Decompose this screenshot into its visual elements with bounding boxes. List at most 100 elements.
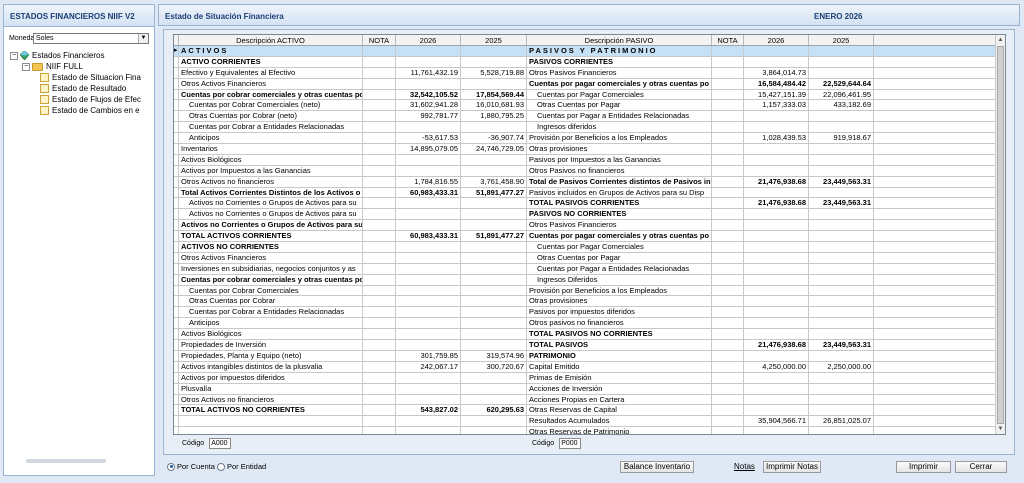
pasivo-2026-cell[interactable] (744, 252, 809, 263)
activo-2026-cell[interactable]: 60,983,433.31 (396, 231, 461, 242)
pasivo-description-cell[interactable]: TOTAL PASIVOS (527, 340, 712, 350)
pasivo-nota-cell[interactable] (712, 176, 744, 187)
horizontal-scrollbar[interactable] (26, 459, 106, 463)
pasivo-2025-cell[interactable] (809, 394, 874, 405)
balance-inventario-button[interactable]: Balance Inventario (620, 461, 694, 473)
activo-nota-cell[interactable] (363, 340, 396, 350)
table-row[interactable]: Plusvalía Acciones de Inversión (174, 383, 996, 395)
pasivo-description-cell[interactable]: Cuentas por Pagar a Entidades Relacionad… (527, 111, 712, 122)
activo-description-cell[interactable]: ACTIVOS NO CORRIENTES (179, 242, 363, 252)
pasivo-2025-cell[interactable] (809, 187, 874, 198)
table-row[interactable]: Otros Activos Financieros Cuentas por pag… (174, 78, 996, 90)
activo-2025-cell[interactable]: 51,891,477.27 (461, 231, 527, 242)
activo-2026-cell[interactable] (396, 252, 461, 263)
pasivo-2025-cell[interactable] (809, 231, 874, 242)
activo-nota-cell[interactable] (363, 242, 396, 252)
table-row[interactable]: ACTIVO CORRIENTES PASIVOS CORRIENTES (174, 56, 996, 68)
activo-2025-cell[interactable]: 1,880,795.25 (461, 111, 527, 122)
pasivo-description-cell[interactable]: Otros pasivos no financieros (527, 318, 712, 329)
pasivo-2026-cell[interactable]: 4,250,000.00 (744, 361, 809, 372)
activo-nota-cell[interactable] (363, 111, 396, 122)
activo-nota-cell[interactable] (363, 263, 396, 274)
pasivo-2025-cell[interactable] (809, 242, 874, 252)
activo-nota-cell[interactable] (363, 350, 396, 361)
pasivo-nota-cell[interactable] (712, 165, 744, 176)
activo-2026-cell[interactable] (396, 198, 461, 209)
table-row[interactable]: Otros Activos no financieros 1,784,816.55… (174, 176, 996, 188)
pasivo-2025-cell[interactable]: 23,449,563.31 (809, 340, 874, 350)
pasivo-2026-cell[interactable]: 1,157,333.03 (744, 100, 809, 111)
pasivo-description-cell[interactable]: Otras Cuentas por Pagar (527, 252, 712, 263)
pasivo-nota-cell[interactable] (712, 285, 744, 296)
pasivo-description-cell[interactable]: Total de Pasivos Corrientes distintos de… (527, 176, 712, 187)
scroll-down-icon[interactable]: ▼ (996, 424, 1005, 434)
activo-nota-cell[interactable] (363, 220, 396, 231)
pasivo-nota-cell[interactable] (712, 144, 744, 154)
activo-2025-cell[interactable]: 5,528,719.88 (461, 67, 527, 78)
activo-2025-cell[interactable] (461, 154, 527, 165)
pasivo-2025-cell[interactable]: 919,918.67 (809, 133, 874, 144)
pasivo-2025-cell[interactable] (809, 285, 874, 296)
activo-2026-cell[interactable]: 60,983,433.31 (396, 187, 461, 198)
col-header[interactable]: NOTA (712, 35, 744, 45)
pasivo-nota-cell[interactable] (712, 187, 744, 198)
pasivo-description-cell[interactable]: Provisión por Beneficios a los Empleados (527, 285, 712, 296)
activo-description-cell[interactable]: Total Activos Corrientes Distintos de lo… (179, 187, 363, 198)
spacer-cell[interactable] (874, 68, 996, 78)
activo-description-cell[interactable]: Cuentas por cobrar comerciales y otras c… (179, 274, 363, 285)
activo-nota-cell[interactable] (363, 274, 396, 285)
activo-2025-cell[interactable] (461, 372, 527, 383)
pasivo-description-cell[interactable]: Primas de Emisión (527, 372, 712, 383)
pasivo-2025-cell[interactable] (809, 154, 874, 165)
activo-description-cell[interactable]: Activos no Corrientes o Grupos de Activo… (179, 220, 363, 231)
radio-por-cuenta[interactable]: Por Cuenta (167, 462, 215, 471)
activo-2026-cell[interactable] (396, 329, 461, 340)
activo-2025-cell[interactable]: -36,907.74 (461, 133, 527, 144)
activo-nota-cell[interactable] (363, 296, 396, 307)
table-row[interactable]: Otras Reservas de Patrimonio (174, 427, 996, 434)
activo-description-cell[interactable]: Activos Biológicos (179, 154, 363, 165)
activo-2026-cell[interactable] (396, 165, 461, 176)
activo-description-cell[interactable]: Cuentas por cobrar comerciales y otras c… (179, 89, 363, 100)
spacer-cell[interactable] (874, 122, 996, 132)
activo-2026-cell[interactable] (396, 220, 461, 231)
table-row[interactable]: Activos no Corrientes o Grupos de Activo… (174, 209, 996, 221)
balance-grid[interactable]: Descripción ACTIVO NOTA 2026 2025 Descri… (173, 34, 1006, 435)
activo-nota-cell[interactable] (363, 144, 396, 154)
pasivo-nota-cell[interactable] (712, 122, 744, 133)
pasivo-2026-cell[interactable] (744, 394, 809, 405)
col-header[interactable]: 2025 (461, 35, 527, 45)
pasivo-description-cell[interactable]: Otras Reservas de Patrimonio (527, 427, 712, 434)
table-row[interactable]: ▸ ACTIVOS PASIVOS Y PATRIMONIO (174, 46, 996, 57)
activo-nota-cell[interactable] (363, 56, 396, 67)
pasivo-nota-cell[interactable] (712, 220, 744, 231)
pasivo-nota-cell[interactable] (712, 100, 744, 111)
pasivo-2026-cell[interactable] (744, 350, 809, 361)
pasivo-nota-cell[interactable] (712, 318, 744, 329)
activo-2026-cell[interactable] (396, 285, 461, 296)
pasivo-description-cell[interactable]: PASIVOS Y PATRIMONIO (527, 46, 712, 56)
activo-2026-cell[interactable]: 1,784,816.55 (396, 176, 461, 187)
tree-item-situacion[interactable]: Estado de Situacion Fina (10, 72, 154, 83)
activo-2026-cell[interactable]: 11,761,432.19 (396, 67, 461, 78)
pasivo-2026-cell[interactable]: 15,427,151.39 (744, 89, 809, 100)
table-row[interactable]: Total Activos Corrientes Distintos de lo… (174, 187, 996, 199)
spacer-cell[interactable] (874, 264, 996, 274)
spacer-cell[interactable] (874, 416, 996, 426)
activo-2025-cell[interactable] (461, 56, 527, 67)
pasivo-2026-cell[interactable] (744, 372, 809, 383)
pasivo-nota-cell[interactable] (712, 274, 744, 285)
activo-description-cell[interactable]: Activos por Impuestos a las Ganancias (179, 165, 363, 176)
pasivo-nota-cell[interactable] (712, 89, 744, 100)
pasivo-description-cell[interactable]: Otras provisiones (527, 144, 712, 154)
spacer-cell[interactable] (874, 79, 996, 89)
spacer-cell[interactable] (874, 198, 996, 208)
chevron-down-icon[interactable]: ▼ (138, 34, 148, 43)
activo-nota-cell[interactable] (363, 405, 396, 416)
table-row[interactable]: Cuentas por Cobrar a Entidades Relaciona… (174, 122, 996, 134)
pasivo-2025-cell[interactable] (809, 46, 874, 56)
pasivo-2026-cell[interactable] (744, 263, 809, 274)
pasivo-2026-cell[interactable] (744, 165, 809, 176)
activo-nota-cell[interactable] (363, 89, 396, 100)
col-header[interactable]: 2026 (744, 35, 809, 45)
